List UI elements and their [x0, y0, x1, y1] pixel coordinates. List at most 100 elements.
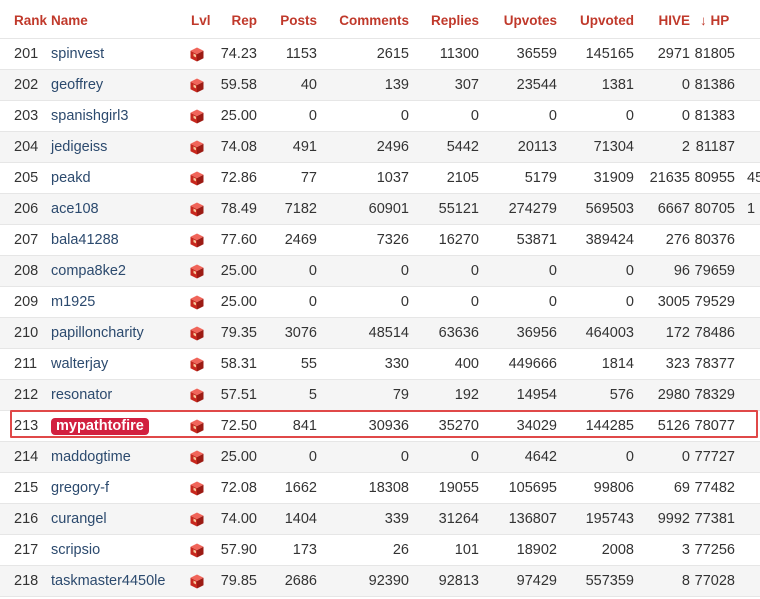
- cell-posts: 1662: [284, 480, 317, 496]
- cell-name: resonator: [51, 380, 112, 411]
- table-row[interactable]: 202 59.58 40 139 307 23544 1381 0 81386 geoffrey: [0, 70, 760, 101]
- table-row[interactable]: 214 25.00 0 0 0 4642 0 0 77727 maddogtime: [0, 442, 760, 473]
- cell-replies: 307: [454, 77, 479, 93]
- table-row[interactable]: 218 79.85 2686 92390 92813 97429 557359 8 77028 t…: [0, 566, 760, 597]
- cell-rep: 25.00: [220, 294, 257, 310]
- account-link[interactable]: resonator: [51, 387, 112, 403]
- cell-name: ace108: [51, 194, 99, 225]
- account-link[interactable]: walterjay: [51, 356, 108, 372]
- account-link[interactable]: curangel: [51, 511, 107, 527]
- account-link[interactable]: mypathtofire: [51, 418, 149, 435]
- col-hp[interactable]: ↓ HP: [700, 0, 729, 40]
- account-link[interactable]: maddogtime: [51, 449, 131, 465]
- col-replies[interactable]: Replies: [431, 0, 479, 40]
- table-row[interactable]: 206 78.49 7182 60901 55121 274279 569503 6667 80…: [0, 194, 760, 225]
- table-row[interactable]: 203 25.00 0 0 0 0 0 0 81383 spanishgirl3: [0, 101, 760, 132]
- account-link[interactable]: gregory-f: [51, 480, 109, 496]
- cell-upvotes: 136807: [508, 511, 557, 527]
- col-hive[interactable]: HIVE: [658, 0, 690, 40]
- col-rep[interactable]: Rep: [231, 0, 257, 40]
- cell-upvotes: 449666: [508, 356, 557, 372]
- cell-upvotes: 23544: [516, 77, 557, 93]
- cell-hp: 77028: [694, 573, 735, 589]
- table-row[interactable]: 208 25.00 0 0 0 0 0 96 79659 compa8ke2: [0, 256, 760, 287]
- account-link[interactable]: scripsio: [51, 542, 100, 558]
- table-row[interactable]: 215 72.08 1662 18308 19055 105695 99806 69 77482…: [0, 473, 760, 504]
- cell-hp: 81805: [694, 46, 735, 62]
- col-upvotes[interactable]: Upvotes: [504, 0, 557, 40]
- cell-hp: 79529: [694, 294, 735, 310]
- cell-replies: 63636: [438, 325, 479, 341]
- red-cube-icon: [190, 357, 204, 372]
- col-comments[interactable]: Comments: [339, 0, 409, 40]
- red-cube-icon: [190, 47, 204, 62]
- cell-replies: 55121: [438, 201, 479, 217]
- col-posts[interactable]: Posts: [280, 0, 317, 40]
- cell-comments: 339: [384, 511, 409, 527]
- col-rank[interactable]: Rank: [14, 0, 47, 40]
- account-link[interactable]: m1925: [51, 294, 95, 310]
- account-link[interactable]: spanishgirl3: [51, 108, 128, 124]
- cell-replies: 0: [470, 294, 479, 310]
- cell-replies: 92813: [438, 573, 479, 589]
- cell-name: spinvest: [51, 39, 104, 70]
- table-row[interactable]: 212 57.51 5 79 192 14954 576 2980 78329 resonator: [0, 380, 760, 411]
- table-row[interactable]: 210 79.35 3076 48514 63636 36956 464003 172 7848…: [0, 318, 760, 349]
- table-row[interactable]: 207 77.60 2469 7326 16270 53871 389424 276 80376…: [0, 225, 760, 256]
- table-row[interactable]: 205 72.86 77 1037 2105 5179 31909 21635 80955 45 p…: [0, 163, 760, 194]
- account-link[interactable]: geoffrey: [51, 77, 103, 93]
- cell-upvoted: 31909: [593, 170, 634, 186]
- cell-upvoted: 195743: [585, 511, 634, 527]
- cell-rank: 218: [14, 573, 39, 589]
- col-lvl[interactable]: Lvl: [191, 0, 211, 40]
- cell-rank: 208: [14, 263, 39, 279]
- cell-comments: 0: [400, 294, 409, 310]
- cell-name: scripsio: [51, 535, 100, 566]
- cell-upvotes: 18902: [516, 542, 557, 558]
- account-link[interactable]: compa8ke2: [51, 263, 126, 279]
- account-link[interactable]: jedigeiss: [51, 139, 107, 155]
- cell-name: walterjay: [51, 349, 108, 380]
- cell-hp: 78077: [694, 418, 735, 434]
- table-row[interactable]: 213 72.50 841 30936 35270 34029 144285 5126 7807…: [0, 411, 760, 442]
- cell-name: jedigeiss: [51, 132, 107, 163]
- account-link[interactable]: taskmaster4450le: [51, 573, 165, 589]
- table-row[interactable]: 216 74.00 1404 339 31264 136807 195743 9992 7738…: [0, 504, 760, 535]
- cell-upvotes: 53871: [516, 232, 557, 248]
- table-row[interactable]: 201 74.23 1153 2615 11300 36559 145165 2971 8180…: [0, 39, 760, 70]
- red-cube-icon: [190, 171, 204, 186]
- account-link[interactable]: papilloncharity: [51, 325, 144, 341]
- cell-replies: 192: [454, 387, 479, 403]
- account-link[interactable]: spinvest: [51, 46, 104, 62]
- cell-comments: 2615: [376, 46, 409, 62]
- cell-rep: 77.60: [220, 232, 257, 248]
- cell-rank: 209: [14, 294, 39, 310]
- cell-upvoted: 1814: [601, 356, 634, 372]
- cell-rank: 205: [14, 170, 39, 186]
- cell-rank: 213: [14, 418, 39, 434]
- account-link[interactable]: bala41288: [51, 232, 119, 248]
- cell-comments: 0: [400, 449, 409, 465]
- red-cube-icon: [190, 233, 204, 248]
- table-row[interactable]: 209 25.00 0 0 0 0 0 3005 79529 m1925: [0, 287, 760, 318]
- cell-upvoted: 0: [625, 263, 634, 279]
- table-row[interactable]: 204 74.08 491 2496 5442 20113 71304 2 81187 jedig…: [0, 132, 760, 163]
- table-row[interactable]: 217 57.90 173 26 101 18902 2008 3 77256 scripsio: [0, 535, 760, 566]
- cell-hive: 69: [673, 480, 690, 496]
- table-row[interactable]: 211 58.31 55 330 400 449666 1814 323 78377 walter…: [0, 349, 760, 380]
- account-link[interactable]: peakd: [51, 170, 91, 186]
- cell-upvotes: 0: [548, 108, 557, 124]
- cell-overflow: 1: [747, 201, 756, 217]
- table-header: Rank Name Lvl Rep Posts Comments Replies…: [0, 0, 760, 40]
- col-name[interactable]: Name: [51, 0, 88, 40]
- col-upvoted[interactable]: Upvoted: [580, 0, 634, 40]
- cell-rank: 204: [14, 139, 39, 155]
- account-link[interactable]: ace108: [51, 201, 99, 217]
- cell-posts: 2686: [284, 573, 317, 589]
- red-cube-icon: [190, 419, 204, 434]
- cell-hp: 78377: [694, 356, 735, 372]
- cell-comments: 48514: [368, 325, 409, 341]
- red-cube-icon: [190, 450, 204, 465]
- cell-rank: 211: [14, 356, 38, 372]
- cell-hp: 79659: [694, 263, 735, 279]
